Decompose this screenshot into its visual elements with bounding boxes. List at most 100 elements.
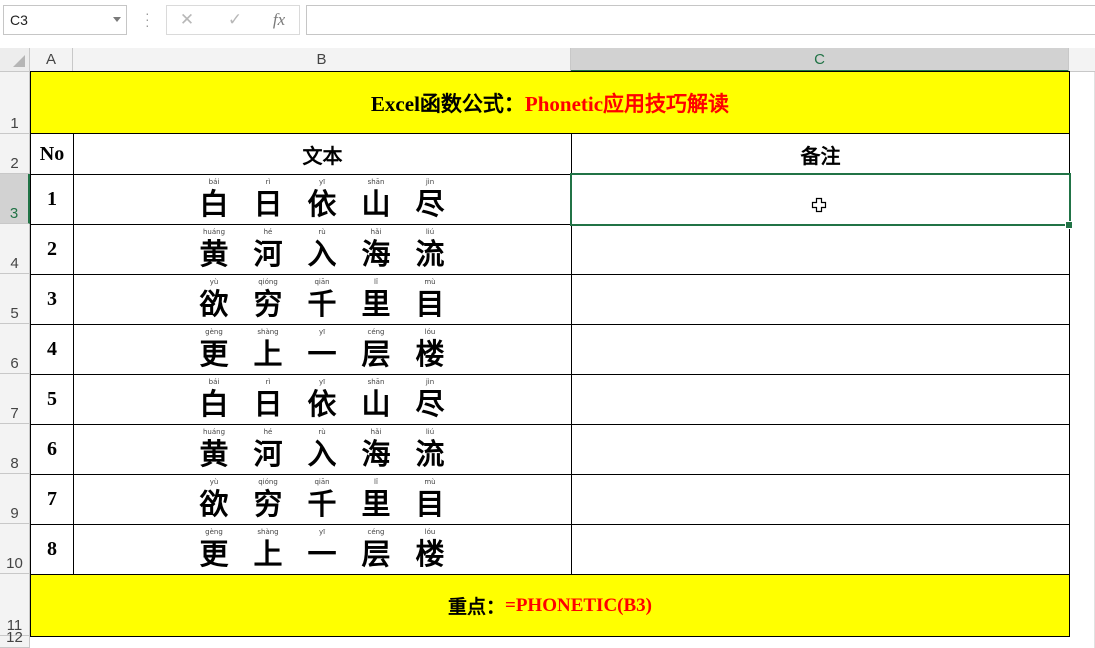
- pinyin: yī: [318, 378, 326, 386]
- hanzi: 白: [199, 387, 229, 421]
- column-header-b[interactable]: B: [73, 48, 571, 72]
- row-header-10[interactable]: 10: [0, 524, 30, 574]
- pinyin: yī: [318, 528, 326, 536]
- title-prefix: Excel函数公式：: [370, 91, 525, 116]
- no-cell[interactable]: 1: [31, 175, 73, 224]
- column-header-d[interactable]: [1069, 48, 1095, 72]
- row-header-3[interactable]: 3: [0, 174, 30, 224]
- hanzi: 楼: [415, 537, 445, 571]
- row-header-7[interactable]: 7: [0, 374, 30, 424]
- note-cell[interactable]: [572, 425, 1069, 474]
- text-cell[interactable]: gèng 更 shàng 上 yī 一 céng 层 lóu 楼: [74, 525, 571, 574]
- no-cell[interactable]: 7: [31, 475, 73, 524]
- pinyin: gèng: [205, 528, 223, 536]
- chevron-down-icon[interactable]: [113, 17, 121, 22]
- hanzi: 入: [307, 437, 337, 471]
- text-cell[interactable]: huáng 黄 hé 河 rù 入 hǎi 海 liú 流: [74, 425, 571, 474]
- hanzi: 日: [253, 187, 283, 221]
- pinyin: qiān: [314, 278, 330, 286]
- hanzi: 入: [307, 237, 337, 271]
- footer-prefix: 重点：: [447, 597, 505, 618]
- pinyin: rù: [318, 228, 326, 236]
- header-text-cell[interactable]: 文本: [74, 134, 571, 174]
- name-box-value: C3: [10, 12, 28, 28]
- pinyin: gèng: [205, 328, 223, 336]
- hanzi: 海: [361, 437, 391, 471]
- insert-function-icon[interactable]: fx: [265, 8, 293, 32]
- row-header-5[interactable]: 5: [0, 274, 30, 324]
- phonetic-text: bái 白 rì 日 yī 依 shān 山 jìn 尽: [74, 375, 571, 424]
- text-cell[interactable]: yù 欲 qióng 穷 qiān 千 lǐ 里 mù 目: [74, 475, 571, 524]
- column-header-a[interactable]: A: [30, 48, 73, 72]
- pinyin: shān: [367, 378, 385, 386]
- drag-handle-icon[interactable]: · · ·: [145, 6, 150, 32]
- text-cell[interactable]: bái 白 rì 日 yī 依 shān 山 jìn 尽: [74, 375, 571, 424]
- title-cell[interactable]: Excel函数公式： Phonetic应用技巧解读: [31, 72, 1069, 133]
- enter-icon[interactable]: ✓: [221, 8, 249, 32]
- text-cell[interactable]: huáng 黄 hé 河 rù 入 hǎi 海 liú 流: [74, 225, 571, 274]
- text-cell[interactable]: yù 欲 qióng 穷 qiān 千 lǐ 里 mù 目: [74, 275, 571, 324]
- hanzi: 流: [415, 437, 445, 471]
- footer-cell[interactable]: 重点： =PHONETIC(B3): [31, 575, 1069, 636]
- cancel-icon[interactable]: ✕: [173, 8, 201, 32]
- no-cell[interactable]: 6: [31, 425, 73, 474]
- pinyin: lǐ: [374, 278, 378, 286]
- pinyin: liú: [425, 428, 435, 436]
- note-cell[interactable]: [572, 525, 1069, 574]
- pinyin: huáng: [202, 228, 226, 236]
- formula-buttons: ✕ ✓ fx: [166, 5, 300, 35]
- cell-border: [1069, 72, 1070, 636]
- cell-border: [30, 574, 1070, 575]
- hanzi: 层: [361, 537, 391, 571]
- phonetic-text: gèng 更 shàng 上 yī 一 céng 层 lóu 楼: [74, 325, 571, 374]
- hanzi: 更: [199, 537, 229, 571]
- hanzi: 尽: [415, 387, 445, 421]
- row-header-8[interactable]: 8: [0, 424, 30, 474]
- row-header-2[interactable]: 2: [0, 134, 30, 174]
- row-header-label: 5: [10, 305, 19, 322]
- note-cell[interactable]: [572, 475, 1069, 524]
- phonetic-text: yù 欲 qióng 穷 qiān 千 lǐ 里 mù 目: [74, 475, 571, 524]
- no-cell[interactable]: 5: [31, 375, 73, 424]
- hanzi: 目: [415, 487, 445, 521]
- row-header-11[interactable]: 11: [0, 574, 30, 636]
- cell-border: [30, 274, 1070, 275]
- row-header-4[interactable]: 4: [0, 224, 30, 274]
- cell-border: [30, 133, 31, 575]
- row-header-1[interactable]: 1: [0, 72, 30, 134]
- text-cell[interactable]: bái 白 rì 日 yī 依 shān 山 jìn 尽: [74, 175, 571, 224]
- formula-input[interactable]: [306, 5, 1095, 35]
- header-note-cell[interactable]: 备注: [572, 134, 1069, 174]
- no-cell[interactable]: 3: [31, 275, 73, 324]
- row-header-9[interactable]: 9: [0, 474, 30, 524]
- row-number: 8: [47, 538, 57, 560]
- column-header-c[interactable]: C: [571, 48, 1069, 72]
- no-cell[interactable]: 8: [31, 525, 73, 574]
- row-number: 7: [47, 488, 57, 510]
- no-cell[interactable]: 2: [31, 225, 73, 274]
- name-box[interactable]: C3: [3, 5, 127, 35]
- fill-handle[interactable]: [1065, 221, 1073, 229]
- row-header-6[interactable]: 6: [0, 324, 30, 374]
- pinyin: yù: [209, 278, 219, 286]
- row-header-12[interactable]: 12: [0, 629, 30, 648]
- select-all-icon: [13, 55, 25, 67]
- no-cell[interactable]: 4: [31, 325, 73, 374]
- note-cell[interactable]: [572, 375, 1069, 424]
- pinyin: bái: [208, 178, 220, 186]
- note-cell[interactable]: [572, 225, 1069, 274]
- row-header-label: 7: [10, 405, 19, 422]
- note-cell[interactable]: [572, 325, 1069, 374]
- hanzi: 千: [307, 487, 337, 521]
- column-header-label: C: [814, 51, 825, 68]
- hanzi: 上: [253, 537, 283, 571]
- header-text: 文本: [302, 145, 343, 168]
- note-cell[interactable]: [572, 275, 1069, 324]
- header-no-cell[interactable]: No: [31, 134, 73, 174]
- cell-border: [30, 636, 1070, 637]
- row-header-label: 4: [10, 255, 19, 272]
- select-all-corner[interactable]: [0, 48, 30, 72]
- text-cell[interactable]: gèng 更 shàng 上 yī 一 céng 层 lóu 楼: [74, 325, 571, 374]
- header-note: 备注: [800, 145, 841, 168]
- row-number: 3: [47, 288, 57, 310]
